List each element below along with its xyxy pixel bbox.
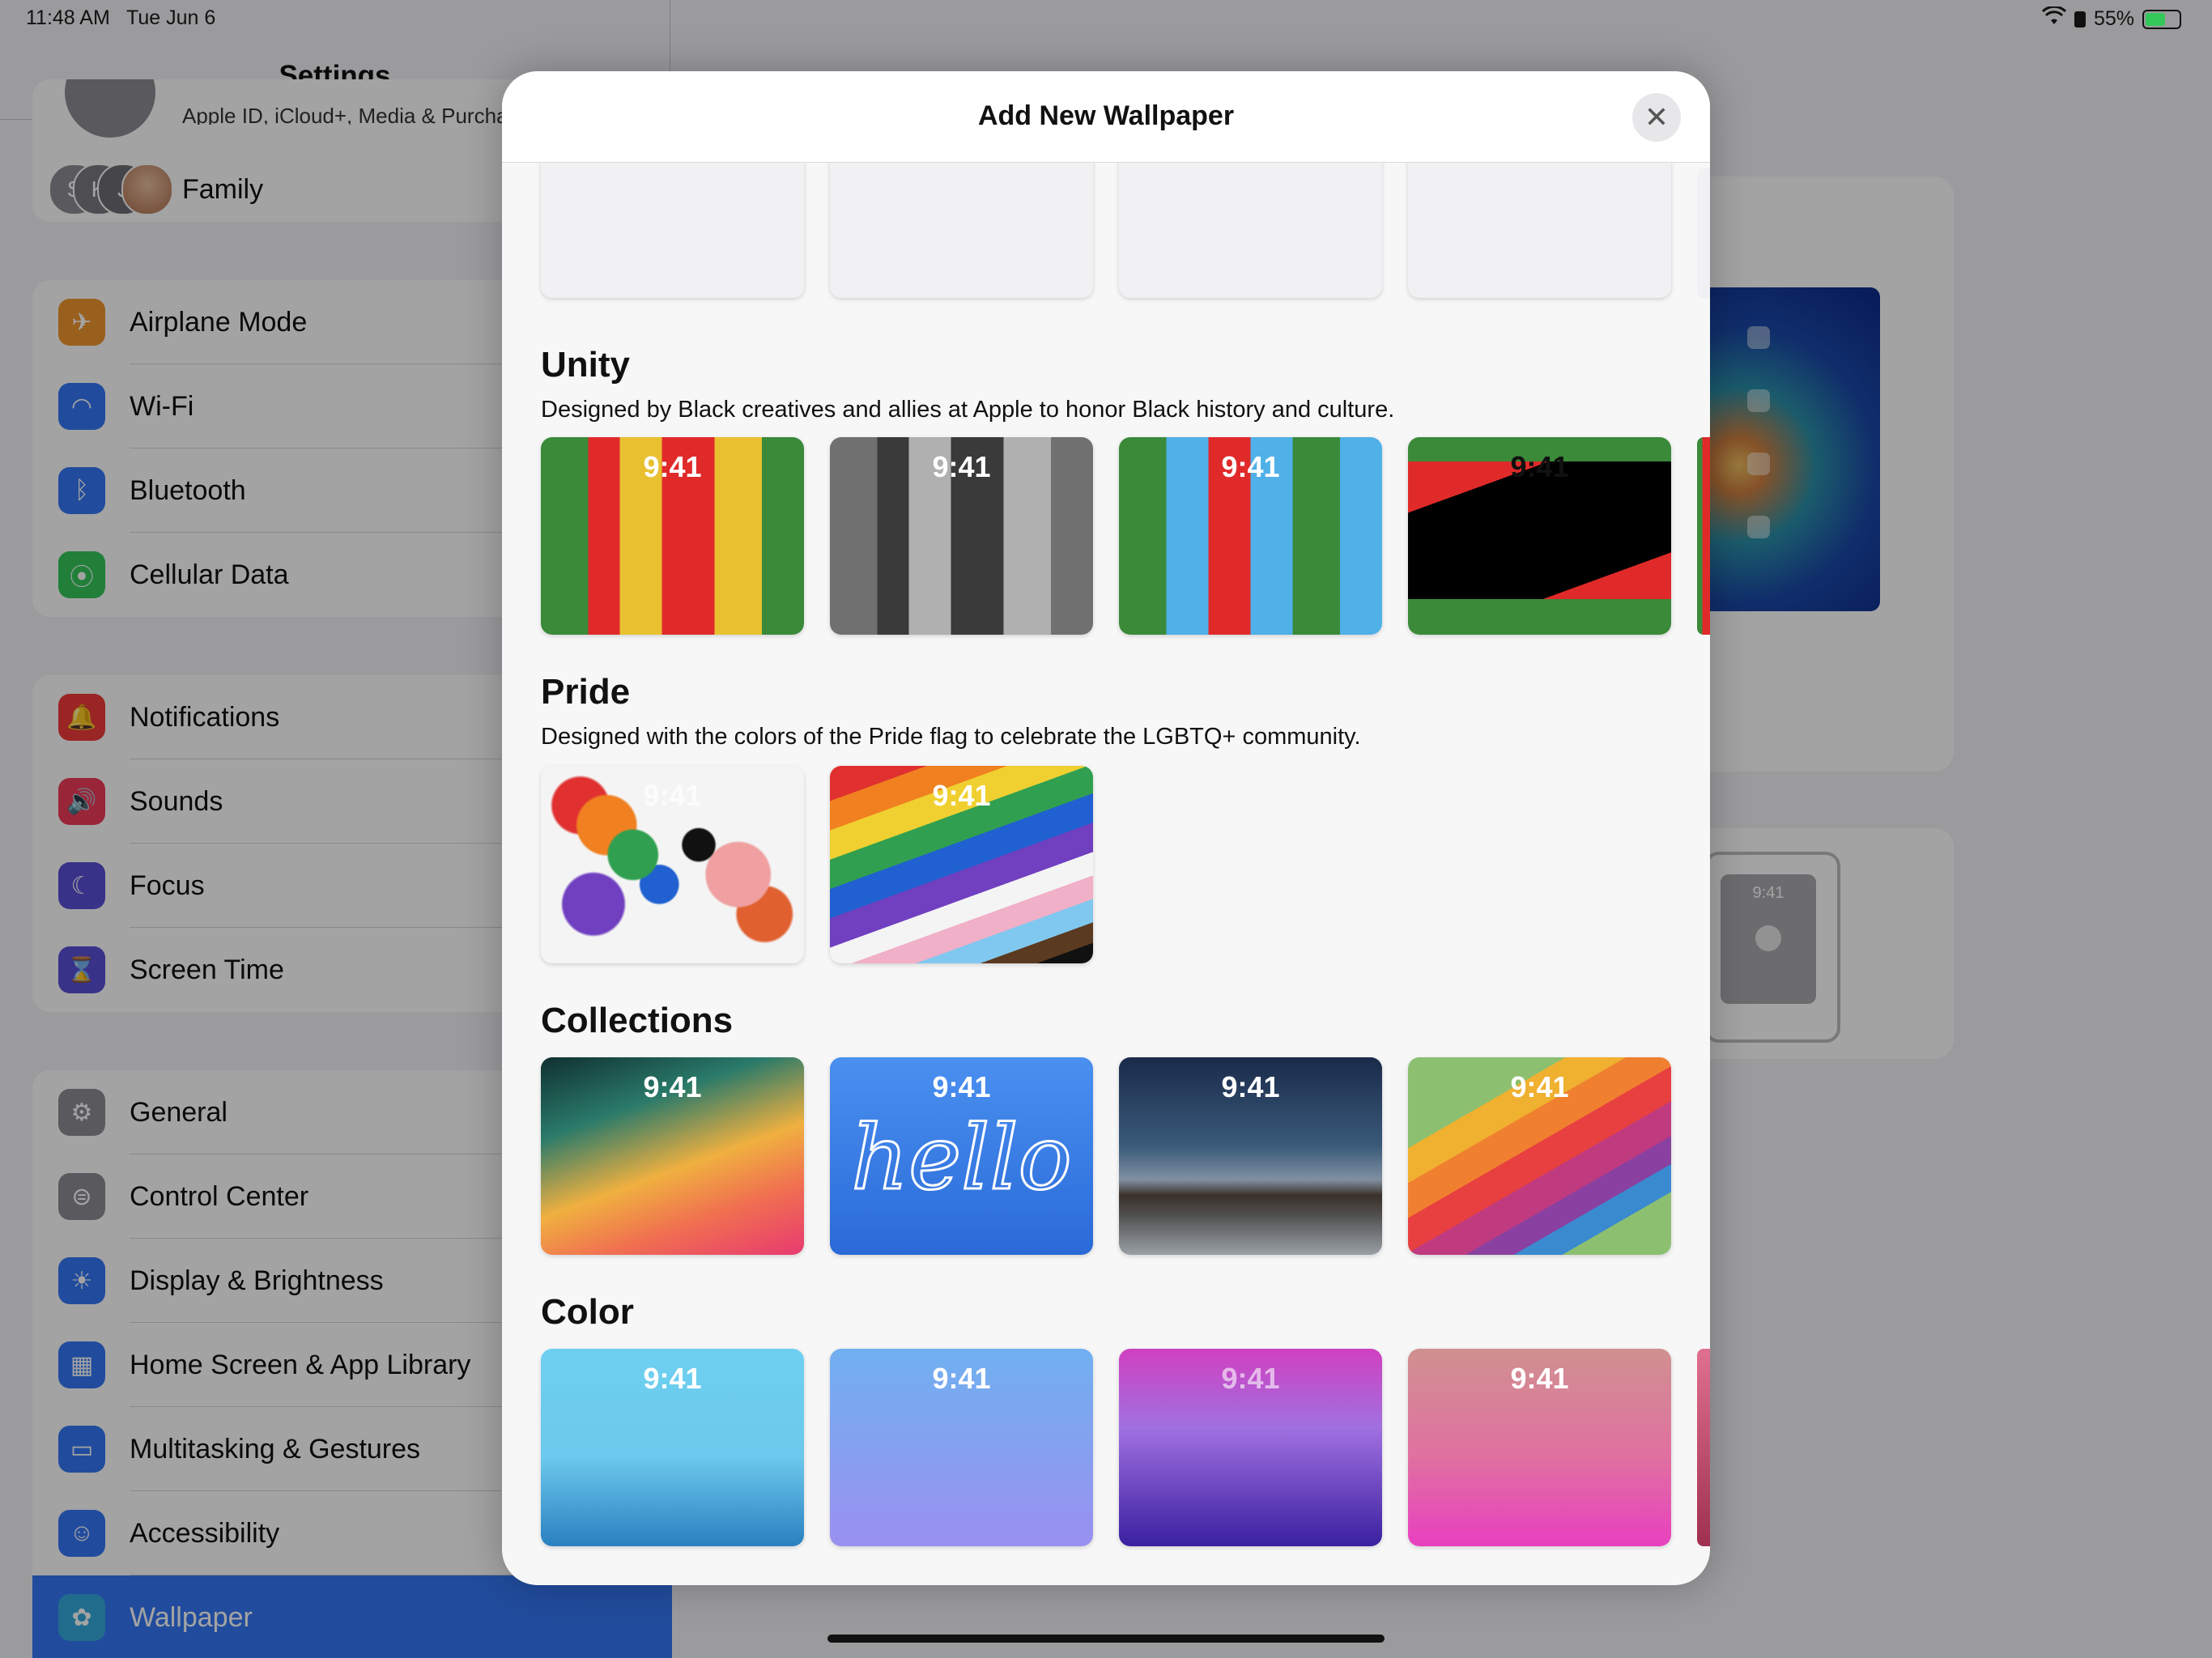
tile-time: 9:41 (643, 450, 702, 483)
section-title-collections: Collections (541, 1001, 734, 1040)
status-right: 55% (2041, 5, 2181, 32)
collections-wallpaper-tile[interactable]: 9:41 (1408, 1057, 1671, 1255)
wallpaper-tile-partial[interactable] (1697, 168, 1710, 298)
collections-wallpaper-tile[interactable]: 9:41 (541, 1057, 804, 1255)
tile-time: 9:41 (1510, 450, 1569, 483)
tile-time: 9:41 (932, 1362, 991, 1395)
status-date: Tue Jun 6 (126, 6, 216, 29)
collections-wallpaper-tile[interactable]: 9:41 (1119, 1057, 1382, 1255)
section-title-color: Color (541, 1292, 634, 1332)
pride-wallpaper-tile[interactable]: 9:41 (830, 766, 1093, 963)
unity-wallpaper-tile-partial[interactable] (1697, 437, 1710, 635)
tile-time: 9:41 (1221, 450, 1280, 483)
color-wallpaper-tile[interactable]: 9:41 (1408, 1349, 1671, 1546)
close-icon: ✕ (1644, 100, 1670, 134)
collections-wallpaper-tile[interactable]: 9:41 hello (830, 1057, 1093, 1255)
tile-time: 9:41 (1221, 1362, 1280, 1395)
battery-percent: 55% (2093, 7, 2134, 30)
unity-wallpaper-tile[interactable]: 9:41 (830, 437, 1093, 635)
tile-time: 9:41 (643, 1362, 702, 1395)
hello-script: hello (850, 1105, 1074, 1211)
section-desc-pride: Designed with the colors of the Pride fl… (541, 724, 1361, 750)
unity-wallpaper-tile[interactable]: 9:41 (1119, 437, 1382, 635)
section-title-pride: Pride (541, 672, 631, 712)
wifi-status-icon (2041, 5, 2067, 32)
color-wallpaper-tile[interactable]: 9:41 (830, 1349, 1093, 1546)
add-wallpaper-sheet: Add New Wallpaper ✕ Unity Designed by Bl… (502, 71, 1710, 1585)
unity-wallpaper-tile[interactable]: 9:41 (541, 437, 804, 635)
tile-time: 9:41 (932, 1070, 991, 1103)
tile-time: 9:41 (1221, 1070, 1280, 1103)
color-wallpaper-tile-partial[interactable] (1697, 1349, 1710, 1546)
battery-icon (2142, 9, 2181, 29)
section-title-unity: Unity (541, 345, 630, 385)
sheet-header: Add New Wallpaper ✕ (502, 71, 1710, 163)
lock-rotation-icon (2074, 11, 2086, 28)
tile-time: 9:41 (1510, 1070, 1569, 1103)
status-time: 11:48 AM (26, 6, 110, 29)
home-indicator[interactable] (827, 1635, 1385, 1643)
section-desc-unity: Designed by Black creatives and allies a… (541, 397, 1395, 423)
unity-wallpaper-tile[interactable]: 9:41 (1408, 437, 1671, 635)
pride-wallpaper-tile[interactable]: 9:41 (541, 766, 804, 963)
color-wallpaper-tile[interactable]: 9:41 (1119, 1349, 1382, 1546)
tile-time: 9:41 (643, 1070, 702, 1103)
close-button[interactable]: ✕ (1632, 93, 1681, 142)
tile-time: 9:41 (643, 779, 702, 812)
tile-time: 9:41 (1510, 1362, 1569, 1395)
sheet-title: Add New Wallpaper (977, 100, 1235, 131)
tile-time: 9:41 (932, 450, 991, 483)
tile-time: 9:41 (932, 779, 991, 812)
color-wallpaper-tile[interactable]: 9:41 (541, 1349, 804, 1546)
